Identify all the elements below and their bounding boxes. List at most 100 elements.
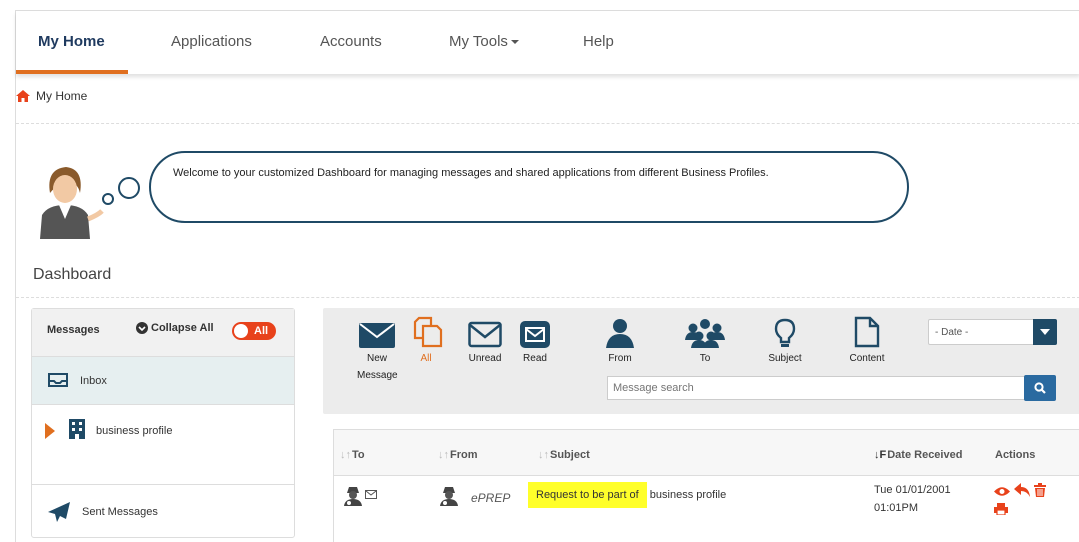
collapse-icon	[136, 322, 148, 334]
messages-panel-header: Messages Collapse All All	[32, 309, 294, 357]
date-select-button[interactable]	[1033, 319, 1057, 345]
reply-icon[interactable]	[1014, 483, 1030, 497]
chevron-down-icon	[510, 40, 519, 45]
app-page: My Home Applications Accounts My Tools H…	[15, 10, 1079, 542]
welcome-text: Welcome to your customized Dashboard for…	[173, 167, 769, 179]
assistant-avatar	[40, 167, 104, 239]
chevron-down-icon	[1040, 329, 1050, 335]
inbox-label: Inbox	[80, 375, 107, 387]
top-nav: My Home Applications Accounts My Tools H…	[16, 11, 1079, 74]
toggle-label: All	[254, 325, 269, 337]
building-icon	[69, 419, 85, 439]
from-cell: ePREP	[471, 491, 511, 505]
envelope-square-icon	[520, 321, 550, 348]
new-message-button[interactable]: New Message	[357, 320, 398, 381]
filter-content-button[interactable]: Content	[843, 316, 891, 364]
header-to[interactable]: ↓↑To	[340, 449, 365, 461]
message-label: Message	[357, 370, 398, 381]
filter-all-button[interactable]: All	[409, 316, 443, 364]
file-icon	[854, 316, 880, 348]
caret-right-icon	[45, 423, 55, 439]
new-label: New	[366, 353, 387, 364]
subject-label: Subject	[768, 353, 802, 364]
lightbulb-icon	[774, 318, 796, 347]
content-label: Content	[849, 353, 885, 364]
thought-dot-small	[102, 193, 114, 205]
subject-highlight: Request to be part of	[528, 482, 647, 508]
copy-icon	[413, 316, 443, 348]
messages-title: Messages	[47, 324, 100, 336]
active-tab-indicator	[16, 70, 128, 74]
sidebar-item-sent-messages[interactable]: Sent Messages	[32, 486, 294, 538]
envelope-outline-icon	[468, 321, 502, 348]
breadcrumb-home[interactable]: My Home	[36, 89, 87, 103]
user-secret-icon	[344, 487, 362, 506]
divider	[16, 123, 1079, 124]
messages-panel: Messages Collapse All All Inbox business…	[31, 308, 295, 538]
nav-help[interactable]: Help	[583, 33, 614, 50]
header-from[interactable]: ↓↑From	[438, 449, 478, 461]
collapse-all-button[interactable]: Collapse All	[136, 322, 214, 334]
header-date[interactable]: ↓FDate Received	[874, 449, 962, 461]
inbox-icon	[48, 373, 68, 387]
subject-cell[interactable]: Request to be part of business profile	[528, 482, 726, 508]
read-label: Read	[523, 353, 547, 364]
header-to-label: To	[352, 449, 365, 461]
message-filter-toolbar: New Message All Unread Read From To Subj…	[323, 308, 1079, 414]
user-secret-icon	[440, 487, 458, 506]
welcome-bubble: Welcome to your customized Dashboard for…	[149, 151, 909, 223]
envelope-icon	[365, 490, 377, 499]
business-profile-label: business profile	[96, 425, 173, 437]
search-icon	[1034, 382, 1046, 394]
sent-messages-label: Sent Messages	[82, 506, 158, 518]
breadcrumb: My Home	[16, 89, 87, 103]
dashboard-title: Dashboard	[33, 266, 112, 283]
eye-icon[interactable]	[994, 486, 1010, 497]
trash-icon[interactable]	[1034, 483, 1046, 497]
sidebar-item-inbox[interactable]: Inbox	[32, 357, 294, 405]
header-actions: Actions	[995, 449, 1036, 461]
nav-my-tools[interactable]: My Tools	[449, 33, 519, 50]
user-icon	[606, 319, 634, 348]
date-cell-time: 01:01PM	[874, 502, 919, 514]
print-icon[interactable]	[994, 503, 1008, 515]
collapse-all-label: Collapse All	[151, 322, 214, 334]
header-subject[interactable]: ↓↑Subject	[538, 449, 590, 461]
home-icon	[16, 90, 30, 102]
date-select[interactable]: - Date -	[928, 319, 1057, 345]
sort-icon: ↓↑	[438, 449, 449, 461]
sort-icon: ↓↑	[538, 449, 549, 461]
date-cell-date: Tue 01/01/2001	[874, 484, 951, 496]
nav-applications[interactable]: Applications	[171, 33, 252, 50]
send-icon	[48, 502, 70, 522]
filter-read-button[interactable]: Read	[520, 320, 550, 364]
users-icon	[685, 319, 725, 348]
all-toggle[interactable]: All	[232, 322, 276, 340]
nav-my-tools-label: My Tools	[449, 33, 508, 50]
filter-to-button[interactable]: To	[683, 318, 727, 364]
messages-table: ↓↑To ↓↑From ↓↑Subject ↓FDate Received Ac…	[333, 429, 1079, 542]
sidebar-item-business-profile[interactable]: business profile	[32, 405, 294, 485]
to-label: To	[699, 353, 711, 364]
date-select-value: - Date -	[935, 327, 969, 338]
from-label: From	[608, 353, 632, 364]
sort-desc-icon: ↓F	[874, 449, 887, 461]
filter-subject-button[interactable]: Subject	[763, 318, 807, 364]
toggle-knob	[234, 324, 248, 338]
filter-unread-button[interactable]: Unread	[465, 320, 505, 364]
all-label: All	[420, 353, 432, 364]
filter-from-button[interactable]: From	[605, 318, 635, 364]
envelope-filled-icon	[359, 323, 395, 348]
header-subject-label: Subject	[550, 449, 590, 461]
table-row[interactable]: ePREP Request to be part of business pro…	[334, 476, 1079, 542]
header-date-label: Date Received	[887, 449, 963, 461]
nav-accounts[interactable]: Accounts	[320, 33, 382, 50]
sort-icon: ↓↑	[340, 449, 351, 461]
nav-my-home[interactable]: My Home	[38, 33, 105, 50]
search-button[interactable]	[1024, 375, 1056, 401]
table-header: ↓↑To ↓↑From ↓↑Subject ↓FDate Received Ac…	[334, 430, 1079, 476]
subject-rest: business profile	[646, 489, 727, 501]
thought-dot-large	[118, 177, 140, 199]
message-search-input[interactable]	[607, 376, 1025, 400]
header-from-label: From	[450, 449, 478, 461]
